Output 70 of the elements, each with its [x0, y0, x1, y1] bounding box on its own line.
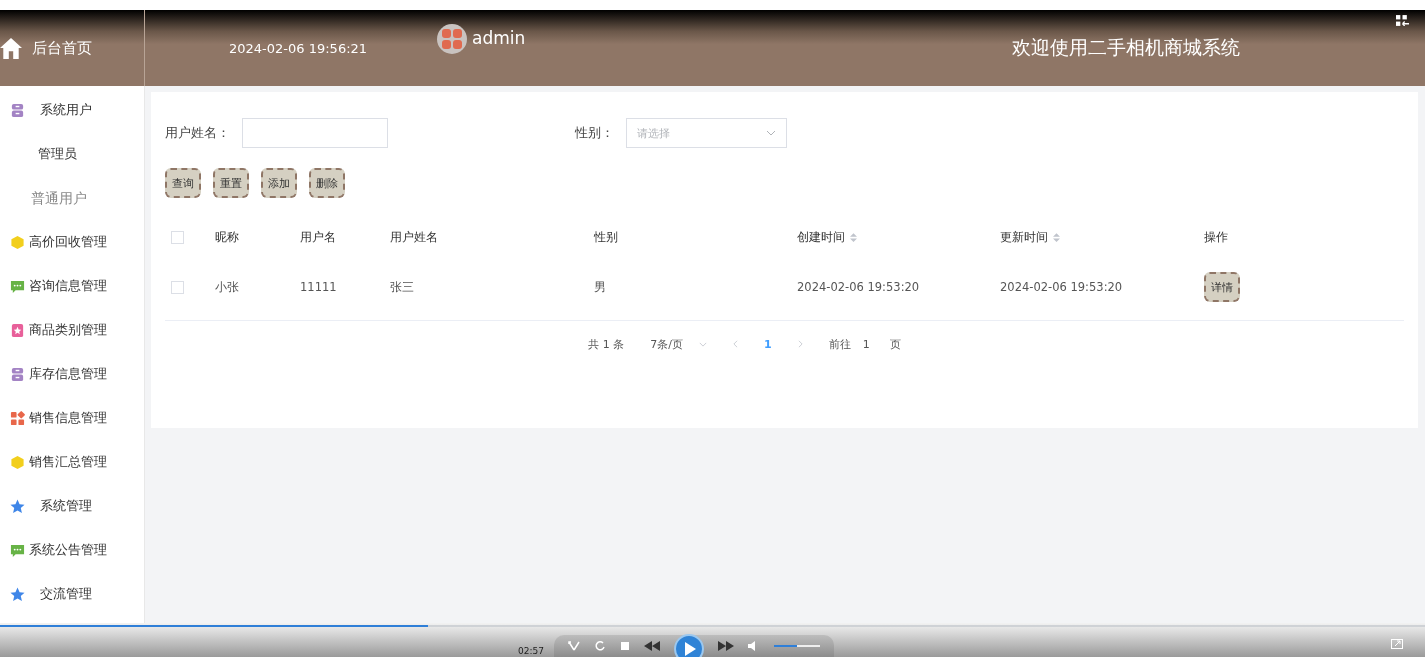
table-cell: 2024-02-06 19:53:20	[797, 280, 920, 294]
action-button[interactable]: 添加	[261, 168, 297, 198]
menu-label: 系统公告管理	[29, 541, 107, 559]
expand-icon[interactable]	[1391, 639, 1403, 649]
system-title: 欢迎使用二手相机商城系统	[1012, 35, 1240, 60]
datetime-text: 2024-02-06 19:56:21	[229, 40, 368, 56]
filter-label: 用户姓名：	[165, 124, 230, 142]
submenu-item[interactable]: 管理员	[0, 132, 144, 176]
goto-label: 前往	[828, 336, 851, 352]
menu-label: 系统用户	[39, 101, 92, 119]
menu-label: 销售信息管理	[29, 409, 107, 427]
menu-label: 商品类别管理	[29, 321, 107, 339]
fullscreen-icon[interactable]	[1396, 15, 1409, 26]
menu-item[interactable]: 系统用户	[0, 88, 144, 132]
goto-page-input[interactable]: 1	[862, 337, 870, 351]
menu-label: 库存信息管理	[29, 365, 107, 383]
next-page-icon[interactable]	[797, 340, 803, 348]
action-button[interactable]: 重置	[213, 168, 249, 198]
home-link[interactable]: 后台首页	[32, 38, 92, 58]
sort-icon[interactable]	[850, 232, 857, 242]
playback-time: 02:57	[518, 646, 544, 656]
menu-item[interactable]: 系统公告管理	[0, 528, 144, 572]
play-icon[interactable]	[673, 634, 704, 657]
username-text[interactable]: admin	[472, 28, 526, 48]
stop-icon[interactable]	[619, 641, 630, 651]
column-header: 用户姓名	[390, 229, 438, 245]
fast-forward-icon[interactable]	[717, 641, 734, 651]
page-size-select[interactable]: 7条/页	[650, 336, 708, 352]
submenu-item[interactable]: 普通用户	[0, 176, 144, 220]
filter-label: 性别：	[575, 124, 614, 142]
menu-item[interactable]: 商品类别管理	[0, 308, 144, 352]
menu-item[interactable]: 销售信息管理	[0, 396, 144, 440]
column-header: 用户名	[300, 229, 336, 245]
column-header: 操作	[1204, 229, 1228, 245]
menu-item[interactable]: 咨询信息管理	[0, 264, 144, 308]
menu-item[interactable]: 库存信息管理	[0, 352, 144, 396]
previous-page-icon[interactable]	[733, 340, 739, 348]
table-cell: 张三	[390, 279, 414, 295]
sort-icon[interactable]	[1053, 232, 1060, 242]
rewind-icon[interactable]	[643, 641, 660, 651]
action-button[interactable]: 删除	[309, 168, 345, 198]
table-cell: 11111	[300, 280, 337, 294]
page-suffix: 页	[889, 336, 901, 352]
table-cell: 小张	[215, 279, 239, 295]
menu-label: 高价回收管理	[29, 233, 107, 251]
avatar-icon[interactable]	[437, 24, 468, 54]
menu-item[interactable]: 高价回收管理	[0, 220, 144, 264]
menu-item[interactable]: 交流管理	[0, 572, 144, 616]
menu-item[interactable]: 系统管理	[0, 484, 144, 528]
detail-button[interactable]: 详情	[1204, 272, 1240, 302]
caret-icon	[766, 130, 776, 136]
table-cell: 2024-02-06 19:53:20	[1000, 280, 1123, 294]
action-button[interactable]: 查询	[165, 168, 201, 198]
table-cell: 男	[594, 279, 606, 295]
repeat-icon[interactable]	[593, 640, 606, 652]
select-all-checkbox[interactable]	[171, 230, 184, 244]
home-icon[interactable]	[0, 37, 22, 59]
column-header: 昵称	[215, 229, 239, 245]
menu-item[interactable]: 销售汇总管理	[0, 440, 144, 484]
row-checkbox[interactable]	[171, 280, 184, 294]
column-header: 性别	[594, 229, 618, 245]
name-input[interactable]	[242, 118, 388, 148]
menu-label: 交流管理	[39, 585, 92, 603]
column-header[interactable]: 创建时间	[797, 229, 857, 245]
column-header[interactable]: 更新时间	[1000, 229, 1060, 245]
total-count: 共 1 条	[588, 336, 625, 352]
menu-label: 销售汇总管理	[29, 453, 107, 471]
caret-icon	[699, 341, 708, 347]
menu-label: 咨询信息管理	[29, 277, 107, 295]
menu-label: 系统管理	[39, 497, 92, 515]
